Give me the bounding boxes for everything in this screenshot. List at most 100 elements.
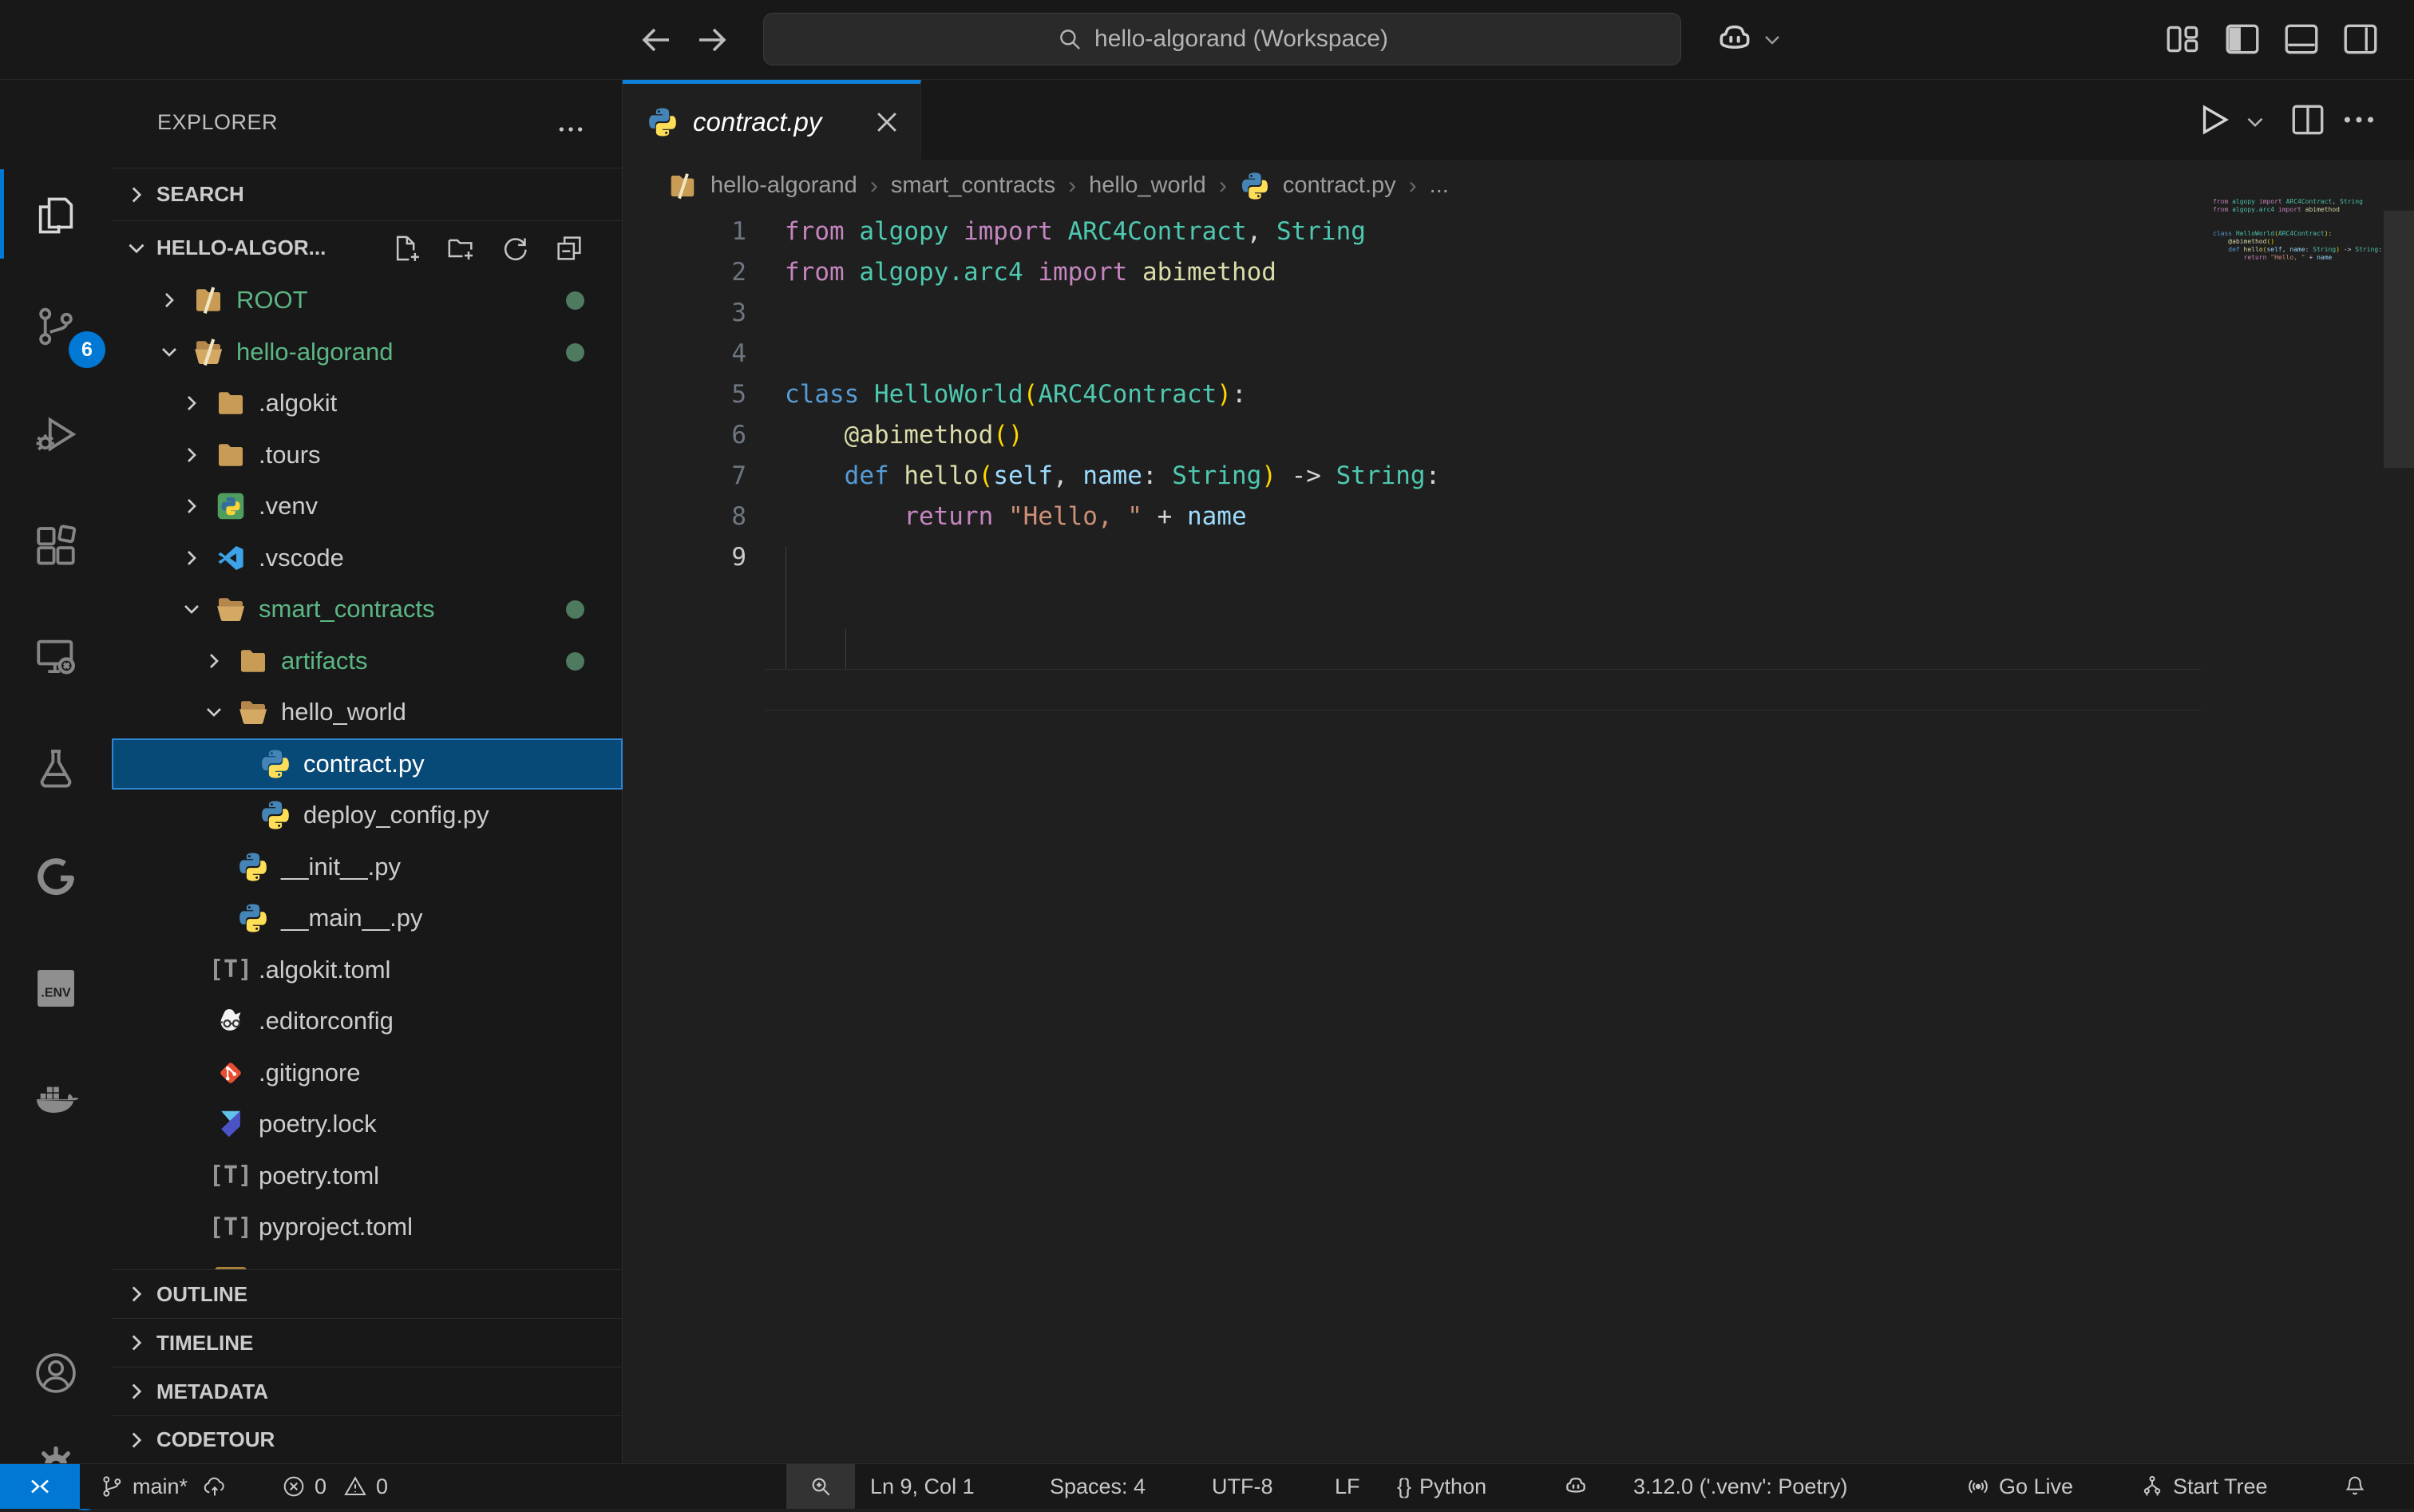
code-line-6[interactable]: 6 @abimethod() <box>623 415 2414 456</box>
chevron-spacer <box>179 1005 214 1037</box>
breadcrumb-item[interactable]: contract.py <box>1283 172 1396 199</box>
tree-item--venv[interactable]: .venv <box>112 481 623 532</box>
tree-item-label: .vscode <box>259 544 344 572</box>
new-file-icon[interactable] <box>390 232 422 264</box>
tab-bar: contract.py <box>623 80 2414 160</box>
tree-item-label: hello-algorand <box>236 338 393 366</box>
section-search[interactable]: SEARCH <box>112 168 622 220</box>
close-tab-icon[interactable] <box>871 106 903 138</box>
minimap[interactable]: from algopy import ARC4Contract, String … <box>2213 198 2372 270</box>
tree-item-readme-md[interactable]: README.md <box>112 1253 623 1270</box>
run-debug-view-icon[interactable] <box>0 388 112 481</box>
zoom-status-icon[interactable] <box>786 1464 855 1509</box>
remote-indicator[interactable] <box>0 1464 80 1509</box>
refresh-icon[interactable] <box>499 232 531 264</box>
tree-item-hello-algorand[interactable]: hello-algorand <box>112 327 623 378</box>
git-branch-status[interactable]: main* <box>99 1464 228 1509</box>
split-editor-icon[interactable] <box>2288 100 2328 140</box>
code-line-2[interactable]: 2from algopy.arc4 import abimethod <box>623 252 2414 293</box>
breadcrumb-item[interactable]: ... <box>1430 172 1449 199</box>
publish-cloud-icon[interactable] <box>202 1474 228 1499</box>
tree-item-pyproject-toml[interactable]: [T]pyproject.toml <box>112 1201 623 1253</box>
tree-item-poetry-lock[interactable]: poetry.lock <box>112 1098 623 1150</box>
run-dropdown-chevron-icon[interactable] <box>2242 109 2269 136</box>
line-number: 1 <box>623 212 746 252</box>
chevron-right-icon <box>123 1427 150 1454</box>
encoding-status[interactable]: UTF-8 <box>1212 1464 1273 1509</box>
eol-status[interactable]: LF <box>1335 1464 1360 1509</box>
tree-item-smart-contracts[interactable]: smart_contracts <box>112 584 623 635</box>
tree-item--init-py[interactable]: __init__.py <box>112 841 623 893</box>
extensions-view-icon[interactable] <box>0 501 112 593</box>
section-timeline[interactable]: TIMELINE <box>112 1318 622 1367</box>
code-indent-guide <box>845 628 846 669</box>
tree-item--tours[interactable]: .tours <box>112 429 623 481</box>
tree-item-root[interactable]: ROOT <box>112 275 623 327</box>
tree-item-hello-world[interactable]: hello_world <box>112 687 623 738</box>
source-control-view-icon[interactable]: 6 <box>0 280 112 373</box>
tree-item-label: .gitignore <box>259 1059 361 1087</box>
tree-item-deploy-config-py[interactable]: deploy_config.py <box>112 790 623 841</box>
code-area[interactable]: 1from algopy import ARC4Contract, String… <box>623 212 2414 1463</box>
code-line-3[interactable]: 3 <box>623 293 2414 334</box>
tree-item--algokit[interactable]: .algokit <box>112 378 623 429</box>
root-folder-open-icon <box>192 335 225 369</box>
code-line-4[interactable]: 4 <box>623 334 2414 374</box>
toggle-panel-icon[interactable] <box>2281 19 2321 59</box>
tree-item--main-py[interactable]: __main__.py <box>112 893 623 944</box>
code-line-5[interactable]: 5class HelloWorld(ARC4Contract): <box>623 374 2414 415</box>
dotenv-view-icon[interactable]: .ENV <box>0 942 112 1035</box>
new-folder-icon[interactable] <box>445 232 477 264</box>
section-workspace[interactable]: HELLO-ALGOR... <box>112 220 622 275</box>
account-icon[interactable] <box>0 1327 112 1419</box>
section-codetour[interactable]: CODETOUR <box>112 1415 622 1463</box>
forward-icon[interactable] <box>693 21 731 59</box>
explorer-view-icon[interactable] <box>0 169 112 262</box>
tree-item--algokit-toml[interactable]: [T].algokit.toml <box>112 944 623 996</box>
tree-item-artifacts[interactable]: artifacts <box>112 635 623 687</box>
section-metadata[interactable]: METADATA <box>112 1367 622 1415</box>
go-live-status[interactable]: Go Live <box>1965 1464 2073 1509</box>
copilot-icon[interactable] <box>1715 19 1755 59</box>
explorer-more-actions-icon[interactable] <box>555 113 587 145</box>
python-interpreter-status[interactable]: 3.12.0 ('.venv': Poetry) <box>1633 1464 1847 1509</box>
python-env-icon <box>214 489 247 523</box>
chevron-down-icon[interactable] <box>1759 27 1785 53</box>
toggle-primary-sidebar-icon[interactable] <box>2222 19 2262 59</box>
notifications-bell-icon[interactable] <box>2342 1464 2368 1509</box>
tree-item-contract-py[interactable]: contract.py <box>112 738 623 790</box>
problems-status[interactable]: 0 0 <box>281 1464 388 1509</box>
editor-more-actions-icon[interactable] <box>2339 100 2379 140</box>
remote-explorer-view-icon[interactable] <box>0 611 112 703</box>
editor-scrollbar[interactable] <box>2384 211 2414 468</box>
code-line-7[interactable]: 7 def hello(self, name: String) -> Strin… <box>623 456 2414 497</box>
toggle-secondary-sidebar-icon[interactable] <box>2341 19 2380 59</box>
copilot-status-icon[interactable] <box>1563 1464 1589 1509</box>
tab-contract-py[interactable]: contract.py <box>623 80 921 160</box>
testing-view-icon[interactable] <box>0 723 112 816</box>
tree-item-poetry-toml[interactable]: [T]poetry.toml <box>112 1150 623 1202</box>
gitlens-view-icon[interactable] <box>0 831 112 924</box>
tree-item-label: deploy_config.py <box>303 801 489 829</box>
tree-item--gitignore[interactable]: .gitignore <box>112 1047 623 1099</box>
indentation-status[interactable]: Spaces: 4 <box>1050 1464 1146 1509</box>
breadcrumb-item[interactable]: smart_contracts <box>891 172 1055 199</box>
start-tree-status[interactable]: Start Tree <box>2139 1464 2268 1509</box>
section-outline[interactable]: OUTLINE <box>112 1269 622 1318</box>
collapse-all-icon[interactable] <box>553 232 585 264</box>
code-line-8[interactable]: 8 return "Hello, " + name <box>623 497 2414 537</box>
docker-view-icon[interactable] <box>0 1053 112 1146</box>
toml-icon: [T] <box>214 1210 247 1244</box>
cursor-position[interactable]: Ln 9, Col 1 <box>870 1464 975 1509</box>
tree-item--vscode[interactable]: .vscode <box>112 532 623 584</box>
command-center-search[interactable]: hello-algorand (Workspace) <box>763 13 1681 65</box>
breadcrumb-item[interactable]: hello_world <box>1089 172 1206 199</box>
back-icon[interactable] <box>637 21 675 59</box>
breadcrumb-item[interactable]: hello-algorand <box>710 172 857 199</box>
language-mode[interactable]: {} Python <box>1397 1464 1486 1509</box>
code-line-9[interactable]: 9 <box>623 537 2414 578</box>
code-line-1[interactable]: 1from algopy import ARC4Contract, String <box>623 212 2414 252</box>
customize-layout-icon[interactable] <box>2163 19 2203 59</box>
tree-item--editorconfig[interactable]: .editorconfig <box>112 995 623 1047</box>
run-python-file-icon[interactable] <box>2194 100 2234 140</box>
